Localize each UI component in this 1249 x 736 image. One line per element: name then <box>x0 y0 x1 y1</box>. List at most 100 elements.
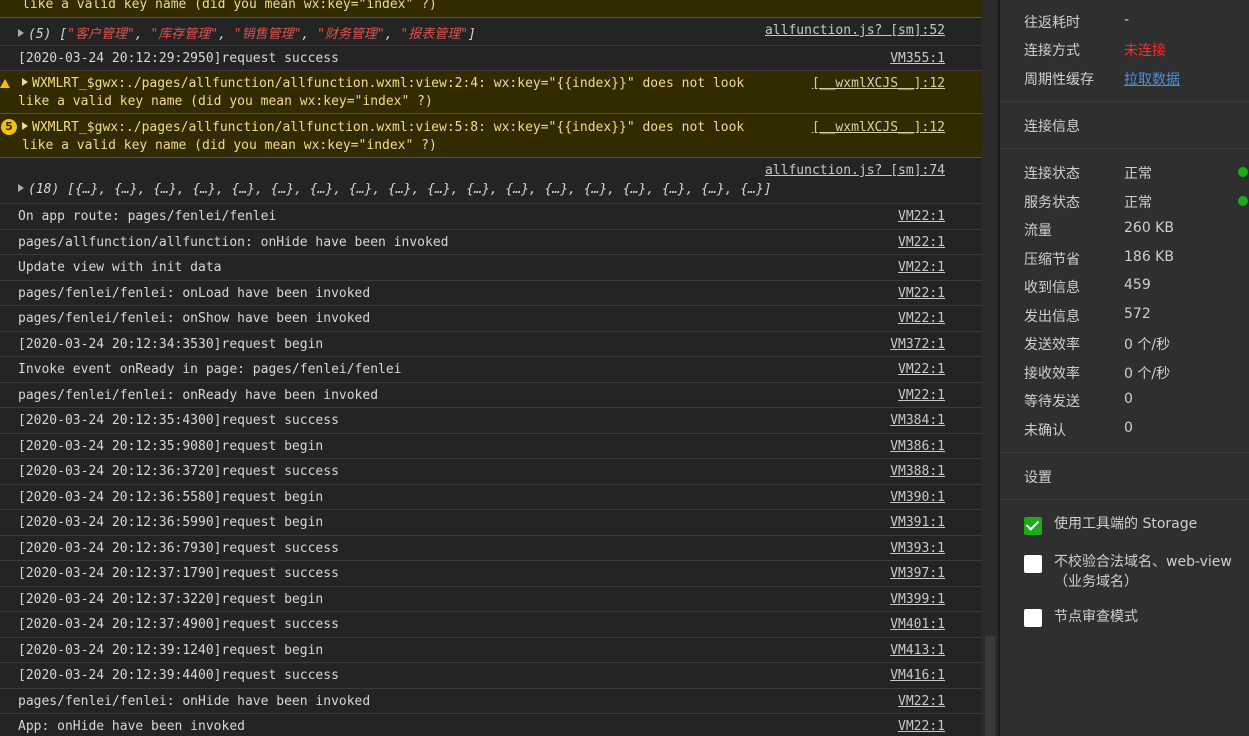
connection-info-header: 连接信息 <box>1024 119 1080 135</box>
setting-checkbox[interactable] <box>1024 517 1042 535</box>
connection-key: 发送效率 <box>1024 337 1080 353</box>
info-value: - <box>1124 12 1130 28</box>
source-link[interactable]: VM391:1 <box>890 515 945 530</box>
console-log-row: [2020-03-24 20:12:29:2950]request succes… <box>0 46 982 71</box>
info-key: 连接方式 <box>1024 43 1080 59</box>
connection-key: 收到信息 <box>1024 280 1080 296</box>
source-link[interactable]: VM22:1 <box>898 311 945 326</box>
connection-key: 压缩节省 <box>1024 252 1080 268</box>
scrollbar-thumb[interactable] <box>985 636 995 736</box>
connection-value: 260 KB <box>1124 220 1174 236</box>
expand-triangle-icon[interactable] <box>22 122 28 130</box>
log-message: Invoke event onReady in page: pages/fenl… <box>18 362 402 377</box>
source-link[interactable]: VM386:1 <box>890 439 945 454</box>
log-message: [2020-03-24 20:12:35:9080]request begin <box>18 439 324 454</box>
setting-checkbox[interactable] <box>1024 555 1042 573</box>
log-message: [2020-03-24 20:12:36:3720]request succes… <box>18 464 339 479</box>
array-preview[interactable]: (5) ["客户管理", "库存管理", "销售管理", "财务管理", "报表… <box>18 23 476 42</box>
source-link[interactable]: [__wxmlXCJS__]:12 <box>812 120 945 135</box>
expand-triangle-icon[interactable] <box>22 78 28 86</box>
source-link[interactable]: allfunction.js? [sm]:74 <box>765 163 945 178</box>
setting-label[interactable]: 不校验合法域名、web-view（业务域名） <box>1054 552 1234 592</box>
console-log-row: [2020-03-24 20:12:36:3720]request succes… <box>0 459 982 485</box>
separator <box>1000 499 1249 500</box>
source-link[interactable]: VM22:1 <box>898 209 945 224</box>
log-message: pages/fenlei/fenlei: onHide have been in… <box>18 694 371 709</box>
expand-triangle-icon[interactable] <box>18 29 24 37</box>
source-link[interactable]: VM22:1 <box>898 719 945 734</box>
source-link[interactable]: VM372:1 <box>890 337 945 352</box>
source-link[interactable]: VM388:1 <box>890 464 945 479</box>
log-message: [2020-03-24 20:12:29:2950]request succes… <box>18 51 339 66</box>
source-link[interactable]: VM22:1 <box>898 286 945 301</box>
source-link[interactable]: allfunction.js? [sm]:52 <box>765 23 945 38</box>
source-link[interactable]: VM22:1 <box>898 388 945 403</box>
connection-key: 未确认 <box>1024 423 1066 439</box>
console-log-row: [2020-03-24 20:12:35:4300]request succes… <box>0 408 982 434</box>
log-message: pages/fenlei/fenlei: onLoad have been in… <box>18 286 371 301</box>
log-message: pages/fenlei/fenlei: onReady have been i… <box>18 388 379 403</box>
console-log-row: [2020-03-24 20:12:36:5580]request begin V… <box>0 485 982 510</box>
source-link[interactable]: VM413:1 <box>890 643 945 658</box>
source-link[interactable]: VM399:1 <box>890 592 945 607</box>
log-message: pages/fenlei/fenlei: onShow have been in… <box>18 311 371 326</box>
warning-text[interactable]: WXMLRT_$gwx:./pages/allfunction/allfunct… <box>22 120 744 135</box>
source-link[interactable]: VM401:1 <box>890 617 945 632</box>
console-log-row: pages/allfunction/allfunction: onHide ha… <box>0 230 982 255</box>
log-message: App: onHide have been invoked <box>18 719 245 734</box>
array-preview[interactable]: (18) [{…}, {…}, {…}, {…}, {…}, {…}, {…},… <box>18 182 772 197</box>
connection-value: 0 个/秒 <box>1124 337 1171 353</box>
log-message: [2020-03-24 20:12:35:4300]request succes… <box>18 413 339 428</box>
setting-checkbox[interactable] <box>1024 609 1042 627</box>
connection-key: 等待发送 <box>1024 394 1080 410</box>
log-message: [2020-03-24 20:12:39:4400]request succes… <box>18 668 339 683</box>
info-value[interactable]: 拉取数据 <box>1124 69 1180 89</box>
log-message: [2020-03-24 20:12:36:7930]request succes… <box>18 541 339 556</box>
source-link[interactable]: VM416:1 <box>890 668 945 683</box>
console-log-array-row[interactable]: allfunction.js? [sm]:74 (18) [{…}, {…}, … <box>0 158 982 204</box>
console-log-row: [2020-03-24 20:12:35:9080]request begin V… <box>0 434 982 459</box>
connection-key: 发出信息 <box>1024 309 1080 325</box>
console-log-row: pages/fenlei/fenlei: onHide have been in… <box>0 689 982 714</box>
source-link[interactable]: VM390:1 <box>890 490 945 505</box>
setting-label[interactable]: 使用工具端的 Storage <box>1054 514 1234 534</box>
connection-value: 正常 <box>1124 195 1152 211</box>
console-scrollbar[interactable] <box>982 0 998 736</box>
connection-key: 接收效率 <box>1024 366 1080 382</box>
source-link[interactable]: VM397:1 <box>890 566 945 581</box>
console-panel: like a valid key name (did you mean wx:k… <box>0 0 982 736</box>
warning-text: like a valid key name (did you mean wx:k… <box>22 0 437 12</box>
source-link[interactable]: VM393:1 <box>890 541 945 556</box>
console-log-row: pages/fenlei/fenlei: onShow have been in… <box>0 306 982 332</box>
console-warning-row: like a valid key name (did you mean wx:k… <box>0 0 982 18</box>
log-message: On app route: pages/fenlei/fenlei <box>18 209 277 224</box>
source-link[interactable]: VM355:1 <box>890 51 945 66</box>
connection-value: 正常 <box>1124 166 1152 182</box>
console-log-array-row[interactable]: (5) ["客户管理", "库存管理", "销售管理", "财务管理", "报表… <box>0 18 982 46</box>
console-log-row: [2020-03-24 20:12:34:3530]request begin V… <box>0 332 982 357</box>
source-link[interactable]: VM384:1 <box>890 413 945 428</box>
source-link[interactable]: [__wxmlXCJS__]:12 <box>812 76 945 91</box>
source-link[interactable]: VM22:1 <box>898 362 945 377</box>
log-message: [2020-03-24 20:12:37:1790]request succes… <box>18 566 339 581</box>
console-log-row: On app route: pages/fenlei/fenlei VM22:1 <box>0 204 982 230</box>
settings-header: 设置 <box>1024 470 1052 486</box>
log-message: Update view with init data <box>18 260 222 275</box>
connection-value: 459 <box>1124 277 1151 293</box>
info-value: 未连接 <box>1124 43 1166 59</box>
connection-key: 连接状态 <box>1024 166 1080 182</box>
log-message: [2020-03-24 20:12:36:5580]request begin <box>18 490 324 505</box>
connection-value: 186 KB <box>1124 249 1174 265</box>
expand-triangle-icon[interactable] <box>18 184 24 192</box>
console-warning-row: WXMLRT_$gwx:./pages/allfunction/allfunct… <box>0 71 982 114</box>
warning-text[interactable]: WXMLRT_$gwx:./pages/allfunction/allfunct… <box>22 76 744 91</box>
log-message: [2020-03-24 20:12:37:3220]request begin <box>18 592 324 607</box>
repeat-count-badge: 5 <box>1 119 17 135</box>
source-link[interactable]: VM22:1 <box>898 260 945 275</box>
console-log-row: Invoke event onReady in page: pages/fenl… <box>0 357 982 383</box>
source-link[interactable]: VM22:1 <box>898 235 945 250</box>
log-message: [2020-03-24 20:12:39:1240]request begin <box>18 643 324 658</box>
source-link[interactable]: VM22:1 <box>898 694 945 709</box>
separator <box>1000 452 1249 453</box>
setting-label[interactable]: 节点审查模式 <box>1054 607 1234 627</box>
